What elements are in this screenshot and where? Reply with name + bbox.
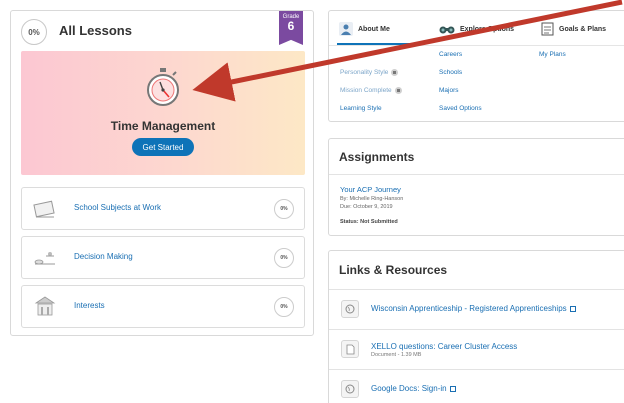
resource-item[interactable]: XELLO questions: Career Cluster Access D… [329,329,624,369]
scale-icon [34,252,55,265]
globe-icon [341,300,359,318]
lesson-progress: 0% [274,297,294,317]
external-link-icon [449,385,456,392]
lesson-progress: 0% [274,199,294,219]
grade-badge: Grade 6 [279,11,303,45]
building-icon [34,296,56,316]
links-title: Links & Resources [339,263,448,277]
resource-label: Wisconsin Apprenticeship - Registered Ap… [371,304,567,313]
external-link-icon [569,305,576,312]
stopwatch-icon [147,68,179,106]
assignments-card: Assignments Your ACP Journey By: Michell… [328,138,624,236]
lessons-title: All Lessons [59,23,132,38]
get-started-button[interactable]: Get Started [132,138,194,156]
lock-icon [394,87,402,94]
tab-label: About Me [358,25,390,33]
assignment-due-date: Due: October 9, 2019 [340,204,393,210]
resource-item[interactable]: Wisconsin Apprenticeship - Registered Ap… [329,289,624,329]
link-majors[interactable]: Majors [439,87,459,94]
resource-item[interactable]: Google Docs: Sign-in [329,369,624,403]
lesson-item-interests[interactable]: Interests 0% [21,285,305,328]
grade-value: 6 [287,19,295,33]
desk-icon [33,200,55,218]
about-explore-card: About Me Explore Options Goals & Plans P… [328,10,624,122]
lesson-label: Decision Making [74,252,133,261]
resource-link[interactable]: XELLO questions: Career Cluster Access [371,342,517,351]
overall-progress-badge: 0% [21,19,47,45]
link-label: Mission Complete [340,87,392,95]
featured-lesson-title: Time Management [110,119,216,133]
tab-label: Explore Options [460,25,515,33]
tab-divider [329,45,624,46]
checklist-icon [541,22,554,36]
document-icon [341,340,359,358]
resource-link[interactable]: Google Docs: Sign-in [371,384,456,393]
lessons-panel: 0% All Lessons Grade 6 Time Management G… [10,10,314,336]
link-personality-style[interactable]: Personality Style [340,69,399,77]
assignment-status: Status: Not Submitted [340,219,398,225]
assignment-link[interactable]: Your ACP Journey [340,185,401,194]
lesson-progress: 0% [274,248,294,268]
person-icon [339,22,353,36]
lesson-label: Interests [74,301,105,310]
link-saved-options[interactable]: Saved Options [439,105,482,112]
assignment-author: By: Michelle Ring-Hanson [340,196,404,202]
links-resources-card: Links & Resources Wisconsin Apprenticesh… [328,250,624,403]
lock-icon [391,69,399,76]
tab-explore-options[interactable]: Explore Options [439,19,514,39]
tab-about-me[interactable]: About Me [339,19,390,39]
link-my-plans[interactable]: My Plans [539,51,566,58]
tab-goals-plans[interactable]: Goals & Plans [541,19,606,39]
lesson-label: School Subjects at Work [74,203,162,212]
link-schools[interactable]: Schools [439,69,462,76]
binoculars-icon [439,26,455,34]
link-label: Personality Style [340,69,389,77]
globe-icon [341,380,359,398]
card-divider [329,174,624,175]
resource-label: Google Docs: Sign-in [371,384,447,393]
featured-lesson-card[interactable]: Time Management Get Started [21,51,305,175]
resource-meta: Document - 1.39 MB [371,352,422,358]
resource-link[interactable]: Wisconsin Apprenticeship - Registered Ap… [371,304,576,313]
lesson-item-school-subjects[interactable]: School Subjects at Work 0% [21,187,305,230]
link-learning-style[interactable]: Learning Style [340,105,382,112]
link-careers[interactable]: Careers [439,51,462,58]
tab-label: Goals & Plans [559,25,607,33]
lesson-item-decision-making[interactable]: Decision Making 0% [21,236,305,279]
link-mission-complete[interactable]: Mission Complete [340,87,402,94]
assignments-title: Assignments [339,150,415,164]
lessons-header: 0% All Lessons Grade 6 [11,11,313,51]
